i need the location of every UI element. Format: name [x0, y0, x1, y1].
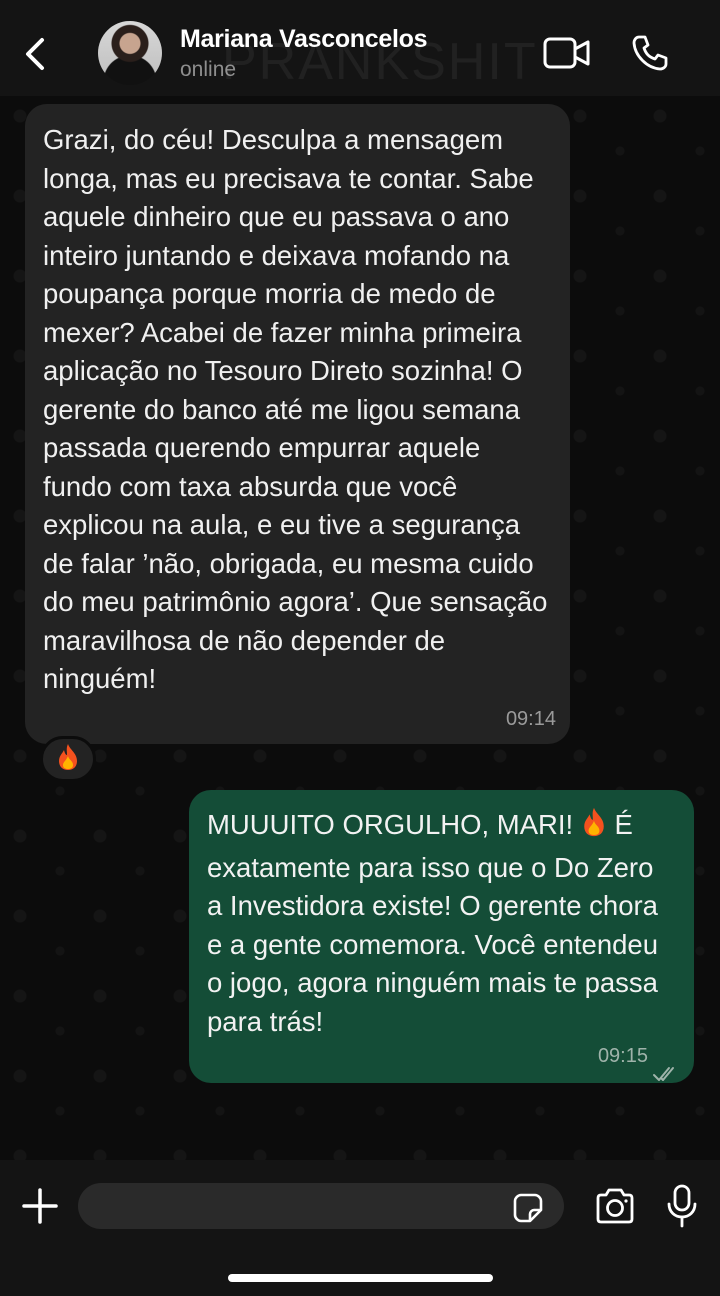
message-time: 09:15 — [597, 1044, 648, 1067]
home-indicator[interactable] — [228, 1274, 493, 1282]
fire-icon — [56, 743, 80, 776]
watermark: PRANKSHIT — [222, 33, 538, 91]
message-input[interactable] — [78, 1183, 564, 1229]
sticker-icon[interactable] — [512, 1192, 544, 1224]
message-text-part: MUUUITO ORGULHO, MARI! — [207, 809, 581, 840]
message-text: MUUUITO ORGULHO, MARI! É exatamente para… — [207, 806, 676, 1041]
microphone-icon[interactable] — [666, 1184, 698, 1228]
double-check-icon — [652, 1055, 680, 1081]
back-arrow-icon[interactable] — [20, 34, 52, 74]
video-camera-icon[interactable] — [543, 36, 591, 70]
phone-icon[interactable] — [630, 33, 670, 73]
incoming-message-bubble[interactable]: Grazi, do céu! Desculpa a mensagem longa… — [25, 104, 570, 744]
outgoing-message-bubble[interactable]: MUUUITO ORGULHO, MARI! É exatamente para… — [189, 790, 694, 1083]
plus-icon[interactable] — [20, 1186, 60, 1226]
camera-icon[interactable] — [594, 1188, 636, 1224]
message-text: Grazi, do céu! Desculpa a mensagem longa… — [43, 124, 548, 694]
message-time: 09:14 — [505, 707, 556, 730]
avatar[interactable] — [98, 21, 162, 85]
fire-icon — [581, 806, 607, 849]
reaction-badge[interactable] — [40, 736, 96, 782]
